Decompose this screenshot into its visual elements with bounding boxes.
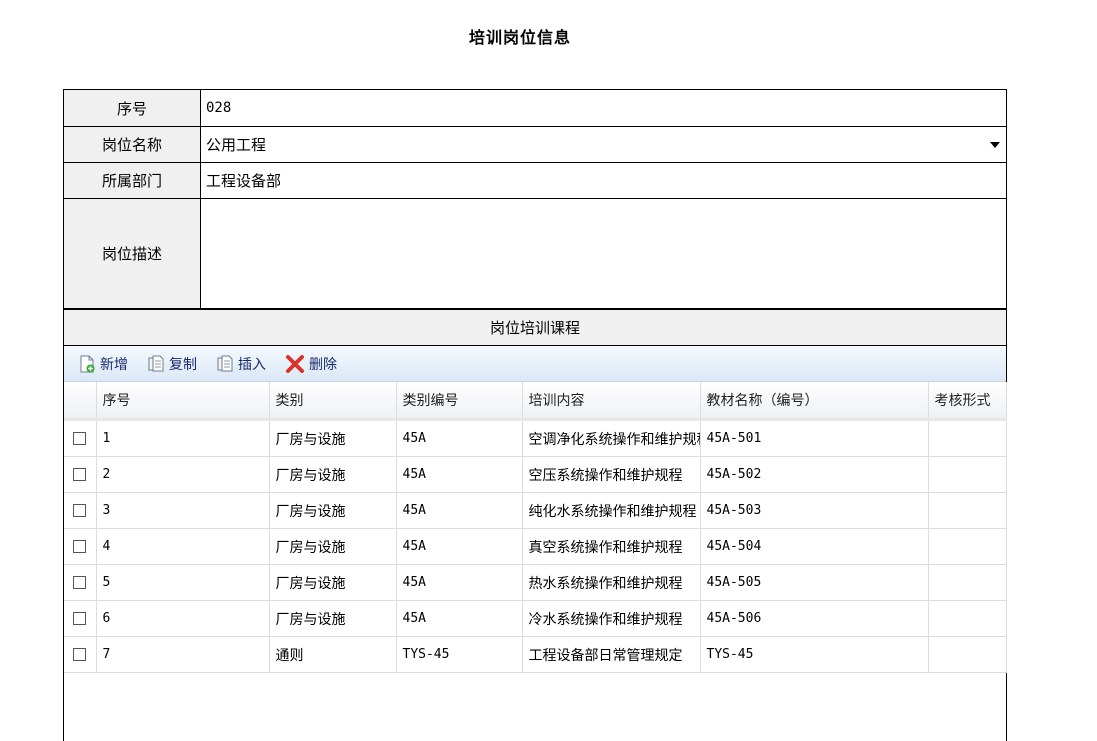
delete-button[interactable]: 删除 bbox=[285, 354, 337, 374]
cell-material: 45A-505 bbox=[700, 564, 929, 601]
column-header-code[interactable]: 类别编号 bbox=[396, 382, 523, 421]
cell-code: 45A bbox=[396, 564, 523, 601]
position-name-row: 岗位名称 公用工程 bbox=[64, 127, 1006, 163]
table-row[interactable]: 5 厂房与设施 45A 热水系统操作和维护规程 45A-505 bbox=[64, 564, 1007, 601]
row-checkbox[interactable] bbox=[72, 576, 86, 589]
insert-icon bbox=[217, 355, 233, 371]
header-select bbox=[64, 382, 97, 421]
courses-section-title: 岗位培训课程 bbox=[64, 310, 1006, 346]
cell-no: 2 bbox=[96, 456, 270, 493]
cell-no: 1 bbox=[96, 419, 270, 457]
position-form: 序号 028 岗位名称 公用工程 所属部门 工程设备部 岗位描述 岗位培训课程 … bbox=[63, 89, 1007, 741]
cell-content: 真空系统操作和维护规程 bbox=[522, 528, 701, 565]
table-row[interactable]: 4 厂房与设施 45A 真空系统操作和维护规程 45A-504 bbox=[64, 528, 1007, 565]
row-checkbox[interactable] bbox=[72, 540, 86, 553]
table-row[interactable]: 1 厂房与设施 45A 空调净化系统操作和维护规程 45A-501 bbox=[64, 419, 1007, 457]
cell-category: 厂房与设施 bbox=[269, 528, 397, 565]
new-doc-icon bbox=[80, 355, 95, 372]
insert-label: 插入 bbox=[238, 356, 266, 373]
cell-material: TYS-45 bbox=[700, 636, 929, 673]
position-name-value: 公用工程 bbox=[206, 136, 267, 154]
insert-button[interactable]: 插入 bbox=[216, 354, 266, 374]
description-textarea[interactable] bbox=[201, 199, 1006, 308]
cell-no: 6 bbox=[96, 600, 270, 637]
cell-exam bbox=[928, 456, 1007, 493]
cell-code: TYS-45 bbox=[396, 636, 523, 673]
serial-row: 序号 028 bbox=[64, 90, 1006, 127]
cell-category: 厂房与设施 bbox=[269, 492, 397, 529]
table-header-row: 序号 类别 类别编号 培训内容 教材名称（编号） 考核形式 bbox=[64, 382, 1007, 421]
row-checkbox[interactable] bbox=[72, 468, 86, 481]
table-row[interactable]: 7 通则 TYS-45 工程设备部日常管理规定 TYS-45 bbox=[64, 636, 1007, 673]
column-header-material[interactable]: 教材名称（编号） bbox=[700, 382, 929, 421]
column-header-content[interactable]: 培训内容 bbox=[522, 382, 701, 421]
cell-content: 热水系统操作和维护规程 bbox=[522, 564, 701, 601]
position-name-label: 岗位名称 bbox=[64, 127, 201, 162]
cell-no: 4 bbox=[96, 528, 270, 565]
department-field[interactable]: 工程设备部 bbox=[201, 163, 1006, 198]
description-label: 岗位描述 bbox=[64, 199, 201, 308]
cell-material: 45A-506 bbox=[700, 600, 929, 637]
column-header-category[interactable]: 类别 bbox=[269, 382, 397, 421]
column-header-no[interactable]: 序号 bbox=[96, 382, 270, 421]
cell-material: 45A-503 bbox=[700, 492, 929, 529]
cell-content: 纯化水系统操作和维护规程 bbox=[522, 492, 701, 529]
row-checkbox[interactable] bbox=[72, 432, 86, 445]
chevron-down-icon[interactable] bbox=[990, 141, 1000, 148]
page-title: 培训岗位信息 bbox=[468, 28, 571, 47]
cell-material: 45A-504 bbox=[700, 528, 929, 565]
table-row[interactable]: 2 厂房与设施 45A 空压系统操作和维护规程 45A-502 bbox=[64, 456, 1007, 493]
cell-no: 5 bbox=[96, 564, 270, 601]
cell-code: 45A bbox=[396, 456, 523, 493]
cell-code: 45A bbox=[396, 492, 523, 529]
copy-label: 复制 bbox=[169, 356, 197, 373]
courses-table: 序号 类别 类别编号 培训内容 教材名称（编号） 考核形式 1 厂房与设施 45… bbox=[64, 382, 1007, 673]
department-label: 所属部门 bbox=[64, 163, 201, 198]
row-checkbox[interactable] bbox=[72, 612, 86, 625]
cell-content: 空调净化系统操作和维护规程 bbox=[522, 419, 701, 457]
cell-code: 45A bbox=[396, 419, 523, 457]
cell-category: 厂房与设施 bbox=[269, 456, 397, 493]
table-row[interactable]: 3 厂房与设施 45A 纯化水系统操作和维护规程 45A-503 bbox=[64, 492, 1007, 529]
cell-content: 冷水系统操作和维护规程 bbox=[522, 600, 701, 637]
cell-exam bbox=[928, 600, 1007, 637]
add-button[interactable]: 新增 bbox=[78, 354, 128, 374]
copy-icon bbox=[148, 355, 164, 371]
courses-toolbar: 新增 复制 插入 删除 bbox=[64, 346, 1006, 382]
description-row: 岗位描述 bbox=[64, 199, 1006, 310]
cell-content: 空压系统操作和维护规程 bbox=[522, 456, 701, 493]
cell-category: 厂房与设施 bbox=[269, 600, 397, 637]
cell-exam bbox=[928, 492, 1007, 529]
cell-material: 45A-501 bbox=[700, 419, 929, 457]
cell-exam bbox=[928, 419, 1007, 457]
cell-category: 厂房与设施 bbox=[269, 564, 397, 601]
cell-no: 3 bbox=[96, 492, 270, 529]
delete-label: 删除 bbox=[309, 356, 337, 373]
cell-no: 7 bbox=[96, 636, 270, 673]
serial-label: 序号 bbox=[64, 90, 201, 126]
add-label: 新增 bbox=[100, 356, 128, 373]
serial-field[interactable]: 028 bbox=[201, 90, 1006, 126]
cell-category: 通则 bbox=[269, 636, 397, 673]
cell-code: 45A bbox=[396, 528, 523, 565]
cell-material: 45A-502 bbox=[700, 456, 929, 493]
row-checkbox[interactable] bbox=[72, 648, 86, 661]
position-name-select[interactable]: 公用工程 bbox=[201, 127, 1006, 162]
cell-category: 厂房与设施 bbox=[269, 419, 397, 457]
cell-exam bbox=[928, 528, 1007, 565]
department-row: 所属部门 工程设备部 bbox=[64, 163, 1006, 199]
cell-content: 工程设备部日常管理规定 bbox=[522, 636, 701, 673]
cell-code: 45A bbox=[396, 600, 523, 637]
delete-icon bbox=[286, 354, 304, 373]
cell-exam bbox=[928, 636, 1007, 673]
column-header-exam[interactable]: 考核形式 bbox=[928, 382, 1007, 421]
row-checkbox[interactable] bbox=[72, 504, 86, 517]
copy-button[interactable]: 复制 bbox=[147, 354, 197, 374]
cell-exam bbox=[928, 564, 1007, 601]
table-row[interactable]: 6 厂房与设施 45A 冷水系统操作和维护规程 45A-506 bbox=[64, 600, 1007, 637]
